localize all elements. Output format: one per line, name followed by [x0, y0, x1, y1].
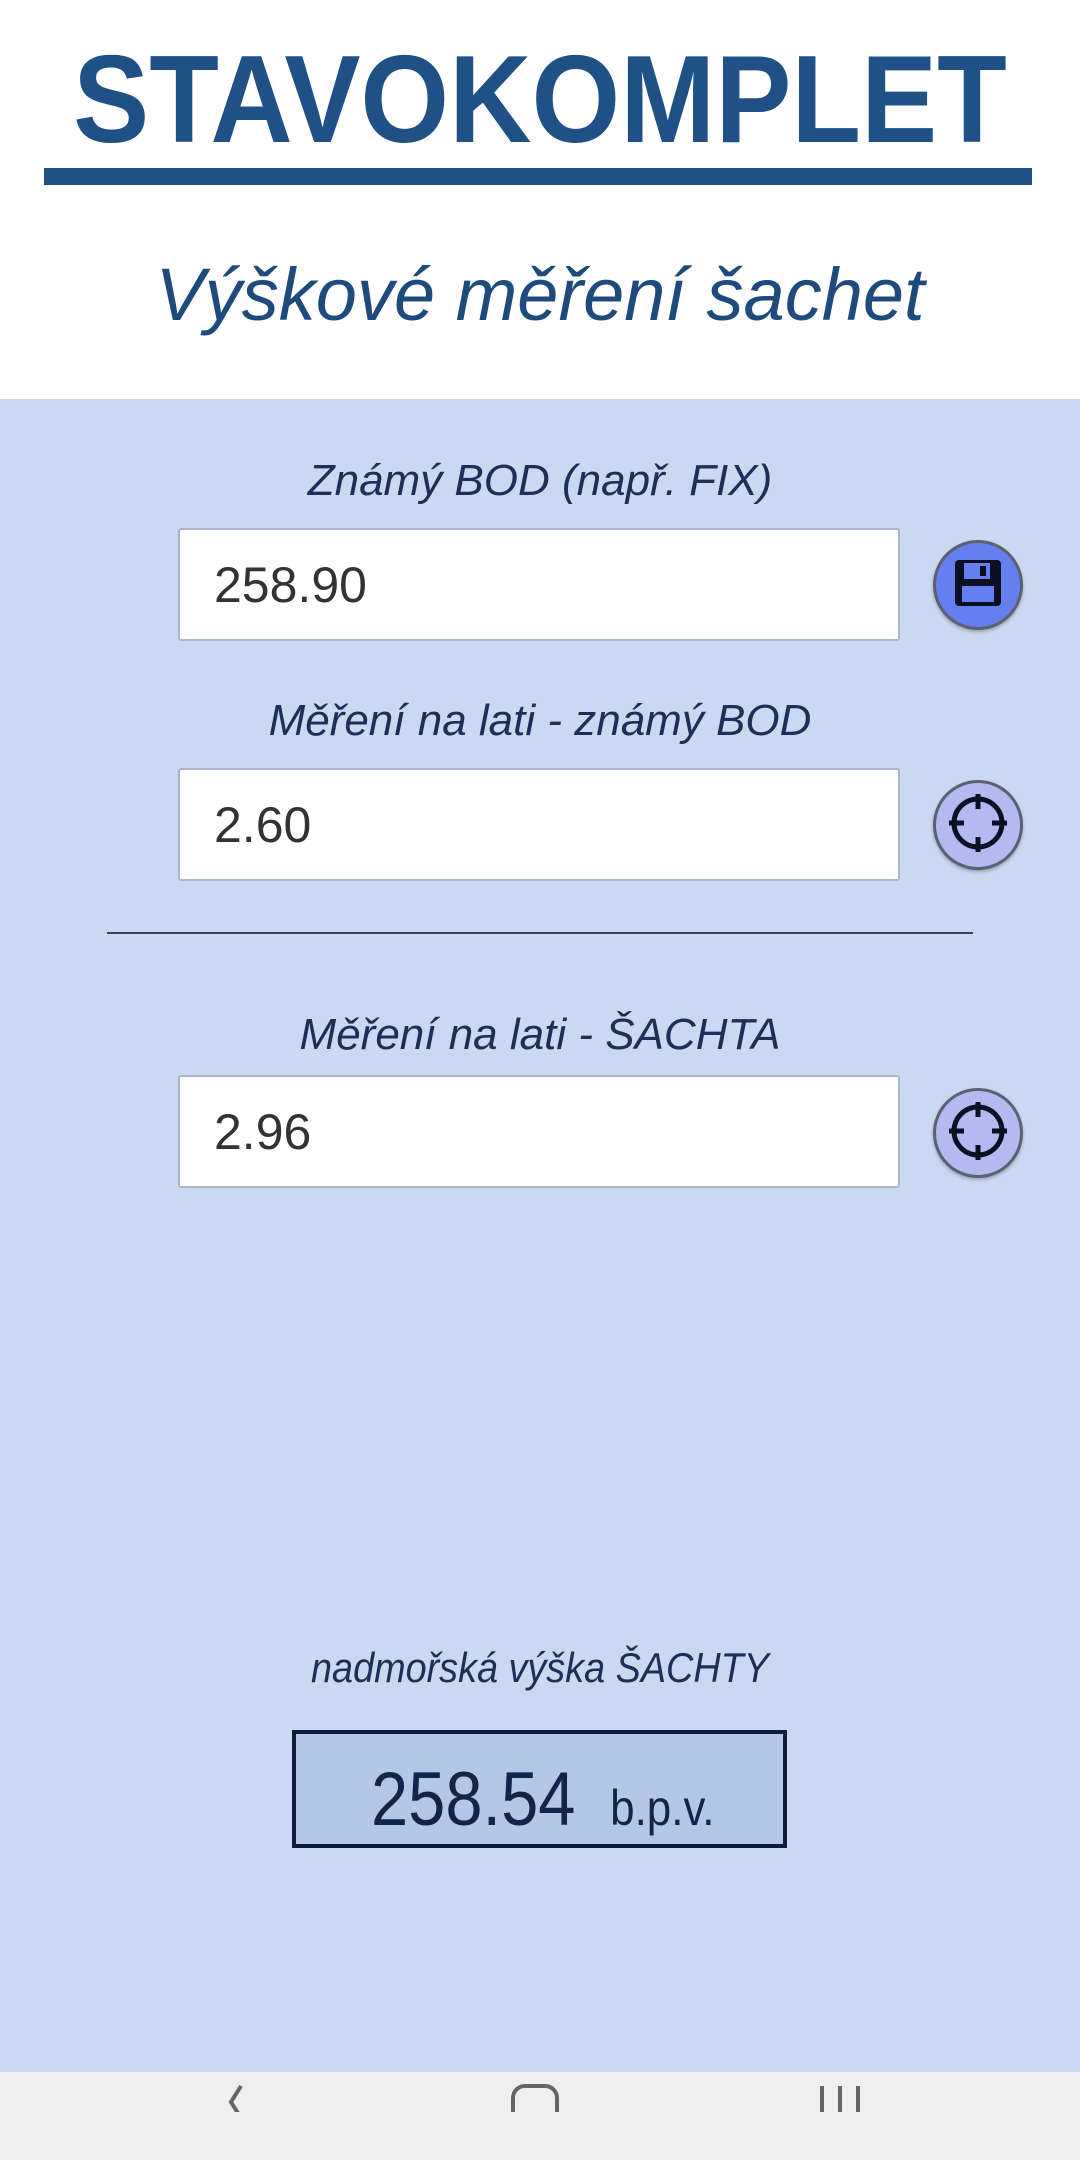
save-button[interactable] [933, 540, 1023, 630]
nav-recents-button[interactable] [760, 2072, 920, 2160]
staff-known-input[interactable] [178, 768, 900, 881]
brand-logo: STAVOKOMPLET [73, 31, 1007, 169]
crosshair-icon [947, 792, 1009, 859]
result-display: 258.54 b.p.v. [292, 1730, 787, 1848]
staff-known-label: Měření na lati - známý BOD [268, 696, 812, 745]
staff-shaft-label: Měření na lati - ŠACHTA [299, 1010, 781, 1059]
result-unit: b.p.v. [610, 1780, 715, 1836]
nav-home-button[interactable] [455, 2072, 615, 2160]
app-header: STAVOKOMPLET Výškové měření šachet [0, 0, 1080, 399]
floppy-disk-icon [952, 557, 1004, 614]
measure-shaft-button[interactable] [933, 1088, 1023, 1178]
nav-back-button[interactable] [153, 2072, 313, 2160]
page-title: Výškové měření šachet [155, 253, 925, 336]
result-label: nadmořská výška ŠACHTY [311, 1644, 769, 1691]
recents-icon [812, 2072, 868, 2117]
logo-underline [44, 168, 1032, 185]
staff-shaft-input[interactable] [178, 1075, 900, 1188]
known-point-label: Známý BOD (např. FIX) [307, 456, 773, 505]
home-icon [507, 2072, 563, 2128]
system-navigation-bar [0, 2072, 1080, 2160]
back-chevron-icon [213, 2072, 253, 2120]
crosshair-icon [947, 1100, 1009, 1167]
section-divider [107, 932, 973, 934]
measure-known-button[interactable] [933, 780, 1023, 870]
known-point-input[interactable] [178, 528, 900, 641]
result-value: 258.54 [370, 1757, 576, 1842]
